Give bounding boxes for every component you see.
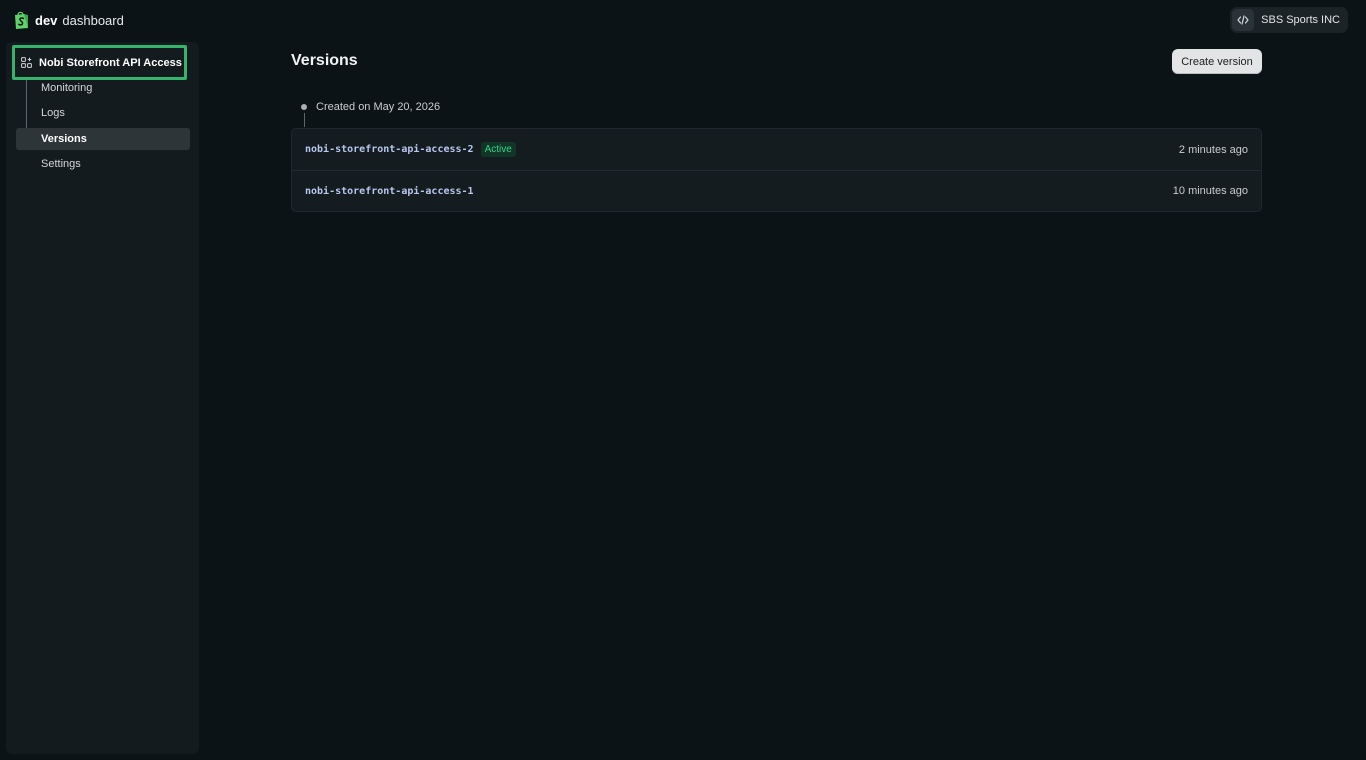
- sidebar-item-label: Versions: [41, 133, 87, 145]
- brand-dashboard: dashboard: [62, 12, 124, 28]
- shopify-bag-icon: [15, 11, 28, 29]
- sidebar-app-title[interactable]: Nobi Storefront API Access: [12, 45, 187, 80]
- version-name-link[interactable]: nobi-storefront-api-access-1: [305, 186, 474, 197]
- sidebar-item-logs[interactable]: Logs: [16, 102, 190, 124]
- sidebar: Nobi Storefront API Access Monitoring Lo…: [6, 42, 199, 754]
- version-name-link[interactable]: nobi-storefront-api-access-2: [305, 144, 474, 155]
- brand-dev: dev: [35, 12, 58, 28]
- top-bar: dev dashboard SBS Sports INC: [0, 0, 1366, 40]
- app-title-label: Nobi Storefront API Access: [39, 56, 182, 69]
- versions-list: nobi-storefront-api-access-2 Active 2 mi…: [291, 128, 1262, 212]
- code-icon: [1232, 9, 1255, 31]
- create-version-button[interactable]: Create version: [1172, 49, 1262, 74]
- version-timestamp: 2 minutes ago: [1178, 143, 1248, 156]
- version-left: nobi-storefront-api-access-1: [305, 186, 474, 197]
- org-switcher[interactable]: SBS Sports INC: [1230, 7, 1348, 33]
- page-title: Versions: [291, 52, 358, 69]
- timeline-dot: [301, 104, 307, 110]
- app-window: dev dashboard SBS Sports INC Nobi Storef…: [0, 0, 1366, 760]
- sidebar-item-monitoring[interactable]: Monitoring: [16, 77, 190, 99]
- sidebar-item-versions[interactable]: Versions: [16, 128, 190, 150]
- apps-grid-icon: [21, 57, 32, 68]
- created-date: Created on May 20, 2026: [316, 101, 441, 113]
- active-status-badge: Active: [480, 142, 516, 157]
- timeline-line: [303, 113, 305, 127]
- version-row[interactable]: nobi-storefront-api-access-2 Active 2 mi…: [292, 129, 1261, 170]
- version-timestamp: 10 minutes ago: [1172, 185, 1248, 197]
- sidebar-item-settings[interactable]: Settings: [16, 153, 190, 175]
- brand[interactable]: dev dashboard: [12, 10, 124, 30]
- version-row[interactable]: nobi-storefront-api-access-1 10 minutes …: [292, 170, 1261, 211]
- version-left: nobi-storefront-api-access-2 Active: [305, 142, 516, 157]
- sidebar-item-label: Monitoring: [41, 82, 93, 94]
- sidebar-item-label: Settings: [41, 158, 81, 170]
- org-name: SBS Sports INC: [1261, 14, 1340, 26]
- sidebar-item-label: Logs: [41, 107, 65, 119]
